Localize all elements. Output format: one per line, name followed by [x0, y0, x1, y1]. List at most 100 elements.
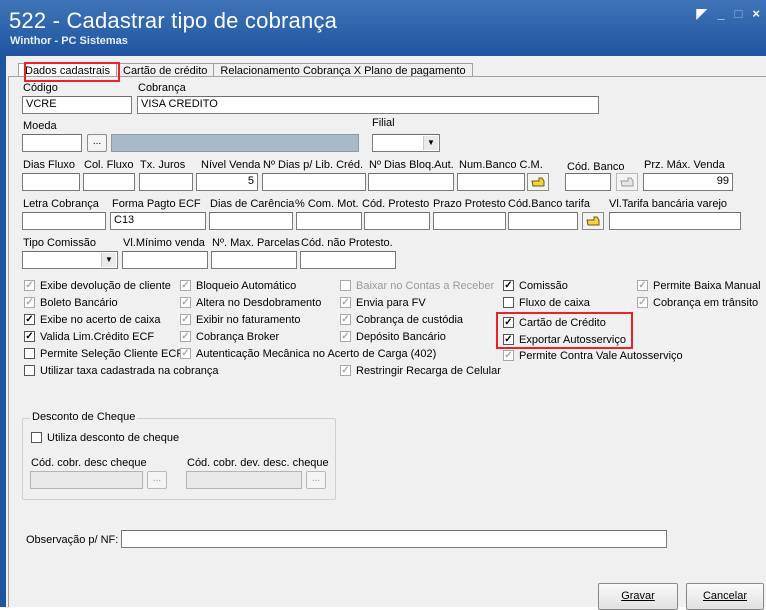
dias-carencia-label: Dias de Carência [210, 198, 295, 210]
cod-banco-tarifa-input[interactable] [508, 212, 578, 230]
checkbox-envia-fv[interactable]: ✓ Envia para FV [340, 296, 426, 309]
checkbox-autenticacao-mecanica[interactable]: ✓ Autenticação Mecânica no Acerto de Carg… [180, 347, 436, 360]
cod-nao-protesto-input[interactable] [300, 251, 396, 269]
observacao-label: Observação p/ NF: [26, 534, 119, 546]
cod-banco-input[interactable] [565, 173, 611, 191]
dias-lib-cred-input[interactable] [262, 173, 366, 191]
window-title: 522 - Cadastrar tipo de cobrança [9, 8, 338, 33]
checkbox-boleto-bancario[interactable]: ✓ Boleto Bancário [24, 296, 118, 309]
num-banco-cm-input[interactable] [457, 173, 525, 191]
moeda-input[interactable] [22, 134, 82, 152]
moeda-label: Moeda [23, 120, 57, 132]
window-icon [696, 9, 708, 20]
checkbox-deposito-bancario[interactable]: ✓ Depósito Bancário [340, 330, 446, 343]
letra-cobranca-input[interactable] [22, 212, 106, 230]
observacao-input[interactable] [121, 530, 667, 548]
cod-cobr-dev-desc-cheque-input[interactable] [186, 471, 302, 489]
checkbox-permite-selecao-cliente[interactable]: Permite Seleção Cliente ECF [24, 347, 183, 360]
forma-pagto-ecf-input[interactable]: C13 [110, 212, 206, 230]
checkbox-cobranca-broker[interactable]: ✓ Cobrança Broker [180, 330, 279, 343]
cod-cobr-desc-cheque-button[interactable]: ... [147, 471, 167, 489]
restore-icon[interactable]: □ [735, 6, 743, 21]
close-icon[interactable]: × [752, 6, 760, 21]
dias-bloq-aut-label: Nº Dias Bloq.Aut. [369, 159, 454, 171]
application-window: 522 - Cadastrar tipo de cobrança Winthor… [0, 0, 766, 610]
checkbox-exibir-faturamento[interactable]: ✓ Exibir no faturamento [180, 313, 301, 326]
letra-cobranca-label: Letra Cobrança [23, 198, 99, 210]
checkbox-bloqueio-automatico[interactable]: ✓ Bloqueio Automático [180, 279, 296, 292]
forma-pagto-ecf-label: Forma Pagto ECF [112, 198, 201, 210]
checkbox-utilizar-taxa[interactable]: Utilizar taxa cadastrada na cobrança [24, 364, 219, 377]
tx-juros-label: Tx. Juros [140, 159, 186, 171]
minimize-icon[interactable]: _ [717, 6, 724, 21]
vl-minimo-venda-label: Vl.Mínimo venda [123, 237, 205, 249]
codigo-input[interactable]: VCRE [22, 96, 132, 114]
window-controls: _ □ × [696, 6, 760, 21]
cod-banco-lookup-button[interactable] [616, 173, 638, 191]
cobranca-label: Cobrança [138, 82, 186, 94]
checkbox-altera-desdobramento[interactable]: ✓ Altera no Desdobramento [180, 296, 321, 309]
window-left-border [0, 56, 6, 607]
tipo-comissao-select[interactable]: ▼ [22, 251, 118, 269]
prazo-protesto-input[interactable] [433, 212, 506, 230]
num-banco-cm-label: Num.Banco C.M. [459, 159, 543, 171]
checkbox-comissao[interactable]: ✓ Comissão [503, 279, 568, 292]
cod-cobr-dev-desc-cheque-label: Cód. cobr. dev. desc. cheque [187, 457, 329, 469]
vl-minimo-venda-input[interactable] [122, 251, 208, 269]
hand-pointer-icon [531, 177, 545, 187]
checkbox-permite-baixa-manual[interactable]: ✓ Permite Baixa Manual [637, 279, 761, 292]
hand-pointer-icon [620, 177, 634, 187]
checkbox-exportar-autosservico[interactable]: ✓ Exportar Autosserviço [503, 333, 626, 346]
col-fluxo-input[interactable] [83, 173, 135, 191]
checkbox-exibe-acerto-caixa[interactable]: ✓ Exibe no acerto de caixa [24, 313, 160, 326]
dias-fluxo-input[interactable] [22, 173, 80, 191]
chevron-down-icon[interactable]: ▼ [101, 253, 116, 267]
cobranca-input[interactable]: VISA CREDITO [137, 96, 599, 114]
checkbox-restringir-recarga[interactable]: ✓ Restringir Recarga de Celular [340, 364, 501, 377]
hand-pointer-icon [586, 216, 600, 226]
vl-tarifa-input[interactable] [609, 212, 741, 230]
chevron-down-icon[interactable]: ▼ [423, 136, 438, 150]
checkbox-exibe-devolucao[interactable]: ✓ Exibe devolução de cliente [24, 279, 171, 292]
moeda-search-button[interactable]: ... [87, 134, 107, 152]
prazo-protesto-label: Prazo Protesto [433, 198, 506, 210]
checkbox-cartao-credito[interactable]: ✓ Cartão de Crédito [503, 316, 606, 329]
checkbox-baixar-contas-receber[interactable]: Baixar no Contas a Receber [340, 279, 494, 292]
dias-bloq-aut-input[interactable] [368, 173, 454, 191]
max-parcelas-input[interactable] [211, 251, 297, 269]
vl-tarifa-label: Vl.Tarifa bancária varejo [609, 198, 728, 210]
nivel-venda-input[interactable]: 5 [196, 173, 258, 191]
prz-max-venda-input[interactable]: 99 [643, 173, 733, 191]
tx-juros-input[interactable] [139, 173, 193, 191]
checkbox-valida-lim-credito[interactable]: ✓ Valida Lim.Crédito ECF [24, 330, 154, 343]
cod-protesto-label: Cód. Protesto [362, 198, 430, 210]
filial-select[interactable]: ▼ [372, 134, 440, 152]
dias-fluxo-label: Dias Fluxo [23, 159, 75, 171]
com-mot-input[interactable] [296, 212, 362, 230]
gravar-button[interactable]: Gravar [598, 583, 678, 610]
checkbox-permite-contra-vale[interactable]: ✓ Permite Contra Vale Autosserviço [503, 349, 683, 362]
checkbox-utiliza-desconto-cheque[interactable]: Utiliza desconto de cheque [31, 431, 179, 444]
checkbox-cobranca-transito[interactable]: ✓ Cobrança em trânsito [637, 296, 758, 309]
checkbox-fluxo-caixa[interactable]: Fluxo de caixa [503, 296, 590, 309]
codigo-label: Código [23, 82, 58, 94]
desconto-cheque-title: Desconto de Cheque [30, 411, 138, 423]
cod-banco-tarifa-lookup-button[interactable] [582, 212, 604, 230]
dias-carencia-input[interactable] [209, 212, 293, 230]
com-mot-label: % Com. Mot. [295, 198, 359, 210]
gravar-button-label: Gravar [621, 590, 655, 602]
cod-banco-tarifa-label: Cód.Banco tarifa [508, 198, 590, 210]
cod-cobr-desc-cheque-input[interactable] [30, 471, 143, 489]
cod-banco-label: Cód. Banco [567, 161, 625, 173]
tipo-comissao-label: Tipo Comissão [23, 237, 96, 249]
nivel-venda-label: Nível Venda [201, 159, 261, 171]
window-subtitle: Winthor - PC Sistemas [10, 35, 128, 47]
cancelar-button[interactable]: Cancelar [686, 583, 764, 610]
checkbox-cobranca-custodia[interactable]: ✓ Cobrança de custódia [340, 313, 463, 326]
moeda-description [111, 134, 359, 152]
cod-cobr-dev-desc-cheque-button[interactable]: ... [306, 471, 326, 489]
cod-nao-protesto-label: Cód. não Protesto. [301, 237, 393, 249]
cod-protesto-input[interactable] [364, 212, 430, 230]
dias-lib-cred-label: Nº Dias p/ Lib. Créd. [263, 159, 363, 171]
num-banco-cm-lookup-button[interactable] [527, 173, 549, 191]
